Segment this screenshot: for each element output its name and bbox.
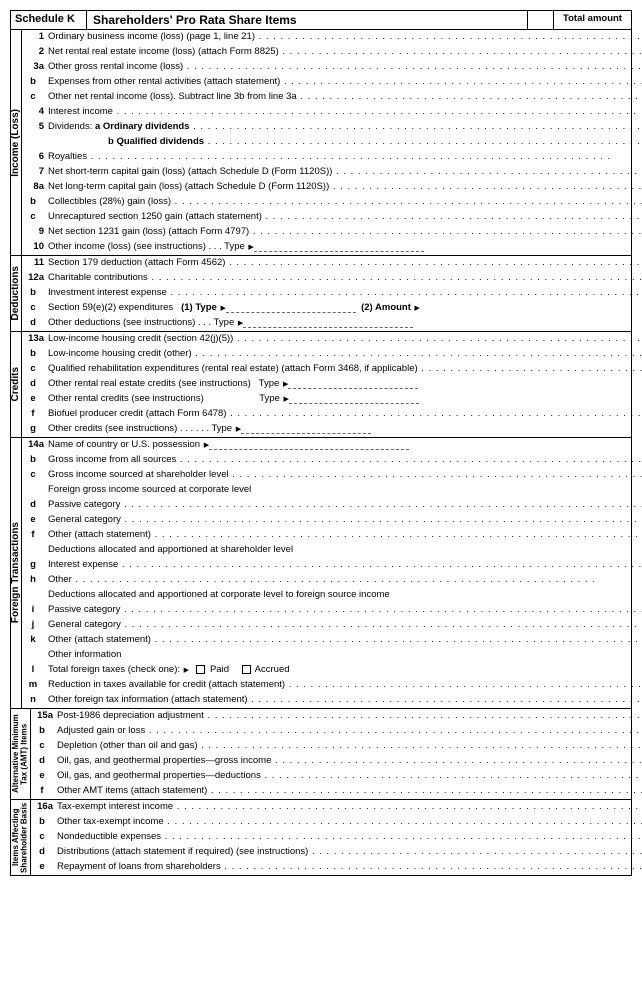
hdr-other-info: Other information: [48, 648, 642, 663]
line-5: Dividends: a Ordinary dividends: [48, 120, 642, 135]
line-14h: Other: [48, 573, 642, 588]
section-basis: Items Affecting Shareholder Basis 16aTax…: [11, 800, 631, 875]
line-16b: Other tax-exempt income: [57, 815, 642, 830]
line-8a: Net long-term capital gain (loss) (attac…: [48, 180, 642, 195]
line-15c: Depletion (other than oil and gas): [57, 739, 642, 754]
type-field-12c[interactable]: [226, 302, 356, 313]
arrow-icon: [414, 302, 420, 313]
vlabel-deductions: Deductions: [11, 256, 22, 331]
line-14m: Reduction in taxes available for credit …: [48, 678, 642, 693]
line-14f: Other (attach statement): [48, 528, 642, 543]
vlabel-basis: Items Affecting Shareholder Basis: [11, 800, 31, 875]
type-field-13g[interactable]: [241, 423, 371, 434]
line-14a: Name of country or U.S. possession: [48, 438, 642, 453]
line-6: Royalties: [48, 150, 642, 165]
line-12c: Section 59(e)(2) expenditures (1) Type (…: [48, 301, 642, 316]
line-14d: Passive category: [48, 498, 642, 513]
line-16a: Tax-exempt interest income: [57, 800, 642, 815]
line-3a: Other gross rental income (loss): [48, 60, 642, 75]
type-field-12d[interactable]: [243, 317, 413, 328]
checkbox-paid[interactable]: [196, 665, 205, 674]
line-13e: Other rental credits (see instructions) …: [48, 392, 642, 407]
hdr-ded-corporate: Deductions allocated and apportioned at …: [48, 588, 642, 603]
line-4: Interest income: [48, 105, 642, 120]
line-12b: Investment interest expense: [48, 286, 642, 301]
line-16c: Nondeductible expenses: [57, 830, 642, 845]
section-income: Income (Loss) 1Ordinary business income …: [11, 30, 631, 256]
line-13c: Qualified rehabilitation expenditures (r…: [48, 362, 642, 377]
header-title: Shareholders' Pro Rata Share Items: [87, 11, 527, 29]
line-9: Net section 1231 gain (loss) (attach For…: [48, 225, 642, 240]
type-field-10[interactable]: [254, 241, 424, 252]
line-14j: General category: [48, 618, 642, 633]
line-14b: Gross income from all sources: [48, 453, 642, 468]
section-credits: Credits 13aLow-income housing credit (se…: [11, 332, 631, 438]
section-foreign: Foreign Transactions 14aName of country …: [11, 438, 631, 709]
country-field[interactable]: [209, 439, 409, 450]
line-15b: Adjusted gain or loss: [57, 724, 642, 739]
schedule-label: Schedule K: [11, 11, 87, 29]
header-row: Schedule K Shareholders' Pro Rata Share …: [11, 11, 631, 30]
line-13f: Biofuel producer credit (attach Form 647…: [48, 407, 642, 422]
vlabel-credits: Credits: [11, 332, 22, 437]
line-12d: Other deductions (see instructions) . . …: [48, 316, 642, 331]
line-14i: Passive category: [48, 603, 642, 618]
line-8b: Collectibles (28%) gain (loss): [48, 195, 642, 210]
line-13b: Low-income housing credit (other): [48, 347, 642, 362]
schedule-k-form: Schedule K Shareholders' Pro Rata Share …: [10, 10, 632, 876]
checkbox-accrued[interactable]: [242, 665, 251, 674]
line-13a: Low-income housing credit (section 42(j)…: [48, 332, 642, 347]
header-total: Total amount: [553, 11, 631, 29]
arrow-icon: [183, 664, 189, 675]
line-14e: General category: [48, 513, 642, 528]
line-15f: Other AMT items (attach statement): [57, 784, 642, 799]
line-1: Ordinary business income (loss) (page 1,…: [48, 30, 642, 45]
line-2: Net rental real estate income (loss) (at…: [48, 45, 642, 60]
type-field-13d[interactable]: [288, 378, 418, 389]
line-15a: Post-1986 depreciation adjustment: [57, 709, 642, 724]
vlabel-income: Income (Loss): [11, 30, 22, 255]
line-14g: Interest expense: [48, 558, 642, 573]
line-13d: Other rental real estate credits (see in…: [48, 377, 642, 392]
line-11: Section 179 deduction (attach Form 4562): [48, 256, 642, 271]
line-14c: Gross income sourced at shareholder leve…: [48, 468, 642, 483]
line-15e: Oil, gas, and geothermal properties—dedu…: [57, 769, 642, 784]
line-7: Net short-term capital gain (loss) (atta…: [48, 165, 642, 180]
line-14n: Other foreign tax information (attach st…: [48, 693, 642, 708]
vlabel-amt: Alternative Minimum Tax (AMT) Items: [11, 709, 31, 799]
line-5b: b Qualified dividends: [48, 135, 642, 150]
line-16d: Distributions (attach statement if requi…: [57, 845, 642, 860]
line-12a: Charitable contributions: [48, 271, 642, 286]
line-14k: Other (attach statement): [48, 633, 642, 648]
line-8c: Unrecaptured section 1250 gain (attach s…: [48, 210, 642, 225]
hdr-ded-shareholder: Deductions allocated and apportioned at …: [48, 543, 642, 558]
line-13g: Other credits (see instructions) . . . .…: [48, 422, 642, 437]
line-3c: Other net rental income (loss). Subtract…: [48, 90, 642, 105]
line-16e: Repayment of loans from shareholders: [57, 860, 642, 875]
line-3b: Expenses from other rental activities (a…: [48, 75, 642, 90]
header-spacer: [527, 11, 553, 29]
section-deductions: Deductions 11Section 179 deduction (atta…: [11, 256, 631, 332]
type-field-13e[interactable]: [289, 393, 419, 404]
line-14l: Total foreign taxes (check one): Paid Ac…: [48, 663, 642, 678]
line-15d: Oil, gas, and geothermal properties—gros…: [57, 754, 642, 769]
hdr-foreign-gross: Foreign gross income sourced at corporat…: [48, 483, 642, 498]
vlabel-foreign: Foreign Transactions: [11, 438, 22, 708]
section-amt: Alternative Minimum Tax (AMT) Items 15aP…: [11, 709, 631, 800]
line-10: Other income (loss) (see instructions) .…: [48, 240, 642, 255]
